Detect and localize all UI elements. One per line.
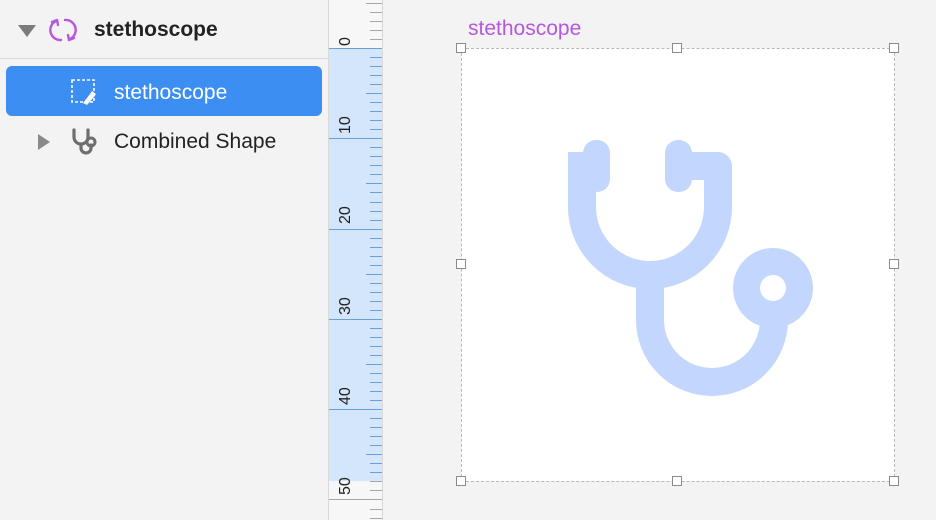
- disclosure-collapsed-icon[interactable]: [38, 134, 50, 150]
- resize-handle-top[interactable]: [672, 43, 682, 53]
- layer-item-combined-shape-label[interactable]: Combined Shape: [114, 130, 276, 154]
- resize-handle-left[interactable]: [456, 259, 466, 269]
- ruler-label-50: 50: [337, 477, 354, 495]
- selection-bounding-box[interactable]: [461, 48, 895, 482]
- layer-item-artboard-label[interactable]: stethoscope: [114, 81, 227, 105]
- ruler-ticks: [329, 3, 382, 519]
- disclosure-expanded-icon[interactable]: [18, 25, 36, 37]
- ruler-label-40: 40: [337, 387, 354, 405]
- layers-panel: stethoscope stethoscope Combined Shape: [0, 0, 328, 520]
- resize-handle-bottom-left[interactable]: [456, 476, 466, 486]
- symbol-sync-icon: [49, 18, 77, 42]
- resize-handle-bottom[interactable]: [672, 476, 682, 486]
- ruler-label-0: 0: [337, 37, 354, 46]
- resize-handle-bottom-right[interactable]: [889, 476, 899, 486]
- resize-handle-top-right[interactable]: [889, 43, 899, 53]
- ruler-label-20: 20: [337, 206, 354, 224]
- stethoscope-icon: [72, 128, 97, 155]
- layers-divider-line: [0, 58, 328, 59]
- layer-root-label[interactable]: stethoscope: [94, 18, 218, 42]
- resize-handle-top-left[interactable]: [456, 43, 466, 53]
- artboard-icon: [71, 79, 96, 105]
- ruler-label-10: 10: [337, 116, 354, 134]
- resize-handle-right[interactable]: [889, 259, 899, 269]
- ruler-label-30: 30: [337, 297, 354, 315]
- artboard-title[interactable]: stethoscope: [468, 17, 581, 41]
